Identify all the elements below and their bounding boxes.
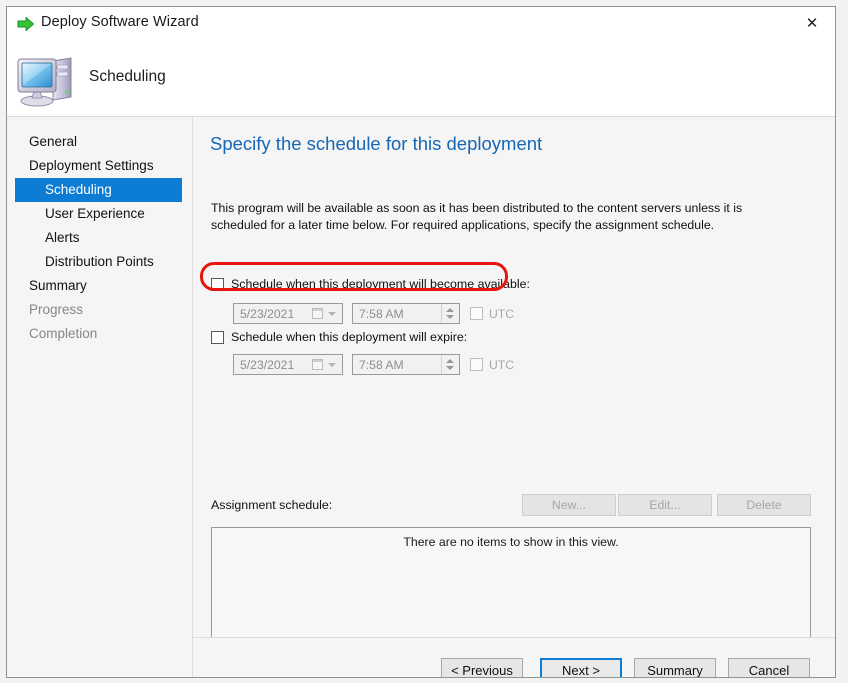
available-time-value: 7:58 AM (359, 306, 404, 321)
sidebar-item-summary[interactable]: Summary (7, 274, 193, 298)
header-band: Scheduling (7, 40, 835, 117)
expire-checkbox-label: Schedule when this deployment will expir… (231, 330, 468, 344)
expire-date-value: 5/23/2021 (240, 357, 295, 372)
expire-checkbox-row[interactable]: Schedule when this deployment will expir… (211, 328, 467, 346)
pane-heading: Specify the schedule for this deployment (210, 133, 543, 154)
next-button[interactable]: Next > (540, 658, 622, 677)
sidebar-item-distribution-points[interactable]: Distribution Points (7, 250, 193, 274)
sidebar-item-user-experience[interactable]: User Experience (7, 202, 193, 226)
spinner-up-icon[interactable] (446, 359, 454, 363)
content-pane: Specify the schedule for this deployment… (193, 117, 835, 677)
expire-time-value: 7:58 AM (359, 357, 404, 372)
available-date-input[interactable]: 5/23/2021 (233, 303, 343, 324)
expire-utc-checkbox (470, 358, 483, 371)
sidebar-item-deployment-settings[interactable]: Deployment Settings (7, 154, 193, 178)
available-checkbox-row[interactable]: Schedule when this deployment will becom… (211, 275, 530, 293)
spinner-down-icon[interactable] (446, 366, 454, 370)
expire-checkbox[interactable] (211, 330, 224, 344)
close-icon[interactable]: ✕ (789, 7, 835, 39)
available-checkbox[interactable] (211, 277, 224, 291)
intro-paragraph: This program will be available as soon a… (211, 201, 743, 232)
computer-icon (15, 51, 83, 109)
available-time-input[interactable]: 7:58 AM (352, 303, 460, 324)
window-title: Deploy Software Wizard (41, 14, 199, 30)
page-title: Scheduling (89, 68, 166, 85)
expire-time-input[interactable]: 7:58 AM (352, 354, 460, 375)
sidebar-item-completion: Completion (29, 326, 98, 341)
chevron-down-icon (328, 363, 336, 367)
empty-list-message: There are no items to show in this view. (403, 535, 619, 549)
sidebar-item-scheduling[interactable]: Scheduling (15, 178, 182, 202)
available-time-spinner[interactable] (441, 304, 458, 323)
sidebar-nav-list: General Deployment Settings Scheduling U… (7, 130, 193, 346)
deploy-software-wizard-window: Deploy Software Wizard ✕ Scheduling Gene… (6, 6, 836, 678)
expire-time-spinner[interactable] (441, 355, 458, 374)
assignment-schedule-label: Assignment schedule: (211, 498, 333, 512)
title-bar: Deploy Software Wizard ✕ (7, 7, 835, 40)
calendar-icon (312, 308, 323, 319)
expire-date-input[interactable]: 5/23/2021 (233, 354, 343, 375)
chevron-down-icon (328, 312, 336, 316)
expire-utc-label: UTC (489, 357, 515, 372)
calendar-icon (312, 359, 323, 370)
spinner-up-icon[interactable] (446, 308, 454, 312)
sidebar-item-general[interactable]: General (7, 130, 193, 154)
wizard-sidebar: General Deployment Settings Scheduling U… (7, 117, 193, 677)
available-utc-group[interactable]: UTC (470, 307, 514, 321)
summary-button[interactable]: Summary (634, 658, 716, 677)
wizard-screenshot: Deploy Software Wizard ✕ Scheduling Gene… (0, 0, 848, 683)
previous-button[interactable]: < Previous (441, 658, 523, 677)
spinner-down-icon[interactable] (446, 315, 454, 319)
delete-button: Delete (717, 494, 811, 516)
expire-utc-group[interactable]: UTC (470, 358, 514, 372)
green-arrow-icon (17, 16, 35, 32)
available-datetime-row: 5/23/2021 7:58 AM UTC (233, 303, 514, 324)
available-checkbox-label: Schedule when this deployment will becom… (231, 277, 530, 291)
available-utc-checkbox (470, 307, 483, 320)
available-date-value: 5/23/2021 (240, 306, 295, 321)
available-utc-label: UTC (489, 306, 515, 321)
cancel-button[interactable]: Cancel (728, 658, 810, 677)
wizard-footer: < Previous Next > Summary Cancel (193, 638, 835, 677)
new-button: New... (522, 494, 616, 516)
sidebar-item-progress: Progress (29, 302, 84, 317)
expire-datetime-row: 5/23/2021 7:58 AM UTC (233, 354, 514, 375)
sidebar-item-alerts[interactable]: Alerts (7, 226, 193, 250)
edit-button: Edit... (618, 494, 712, 516)
